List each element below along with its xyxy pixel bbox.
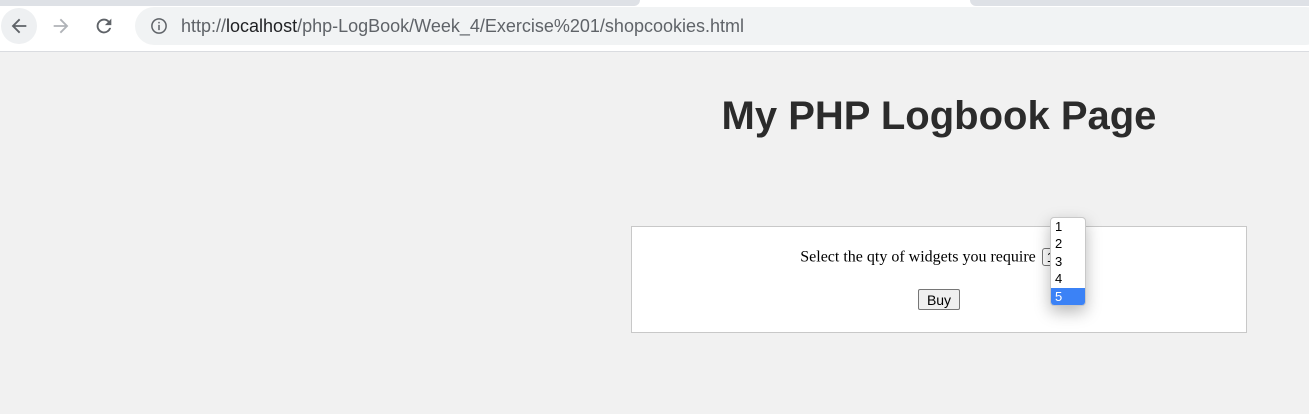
tab-strip-edge [0,0,640,6]
forward-button[interactable] [43,8,79,44]
forward-arrow-icon [53,18,69,34]
back-button[interactable] [1,8,37,44]
order-form: Select the qty of widgets you require 1 … [631,226,1247,333]
browser-toolbar: http://localhost/php-LogBook/Week_4/Exer… [0,0,1309,52]
qty-option[interactable]: 2 [1051,235,1085,252]
url-path: /php-LogBook/Week_4/Exercise%201/shopcoo… [297,16,745,36]
reload-icon [96,18,112,34]
qty-row: Select the qty of widgets you require 1 [632,248,1246,267]
qty-label: Select the qty of widgets you require [800,248,1036,266]
tab-strip-edge [970,0,1309,6]
qty-option[interactable]: 5 [1051,287,1085,305]
url-text[interactable]: http://localhost/php-LogBook/Week_4/Exer… [181,16,744,37]
buy-button[interactable]: Buy [918,289,960,310]
page-content: My PHP Logbook Page Select the qty of wi… [0,52,1309,414]
info-icon[interactable] [150,17,168,35]
back-arrow-icon [11,18,27,34]
address-bar[interactable]: http://localhost/php-LogBook/Week_4/Exer… [135,7,1309,45]
page-title: My PHP Logbook Page [721,94,1157,138]
url-host: localhost [226,16,298,36]
reload-button[interactable] [86,8,122,44]
qty-option[interactable]: 4 [1051,270,1085,287]
qty-dropdown-list: 12345 [1050,217,1086,306]
url-prefix: http:// [181,16,227,36]
qty-option[interactable]: 3 [1051,253,1085,270]
qty-option[interactable]: 1 [1051,218,1085,235]
